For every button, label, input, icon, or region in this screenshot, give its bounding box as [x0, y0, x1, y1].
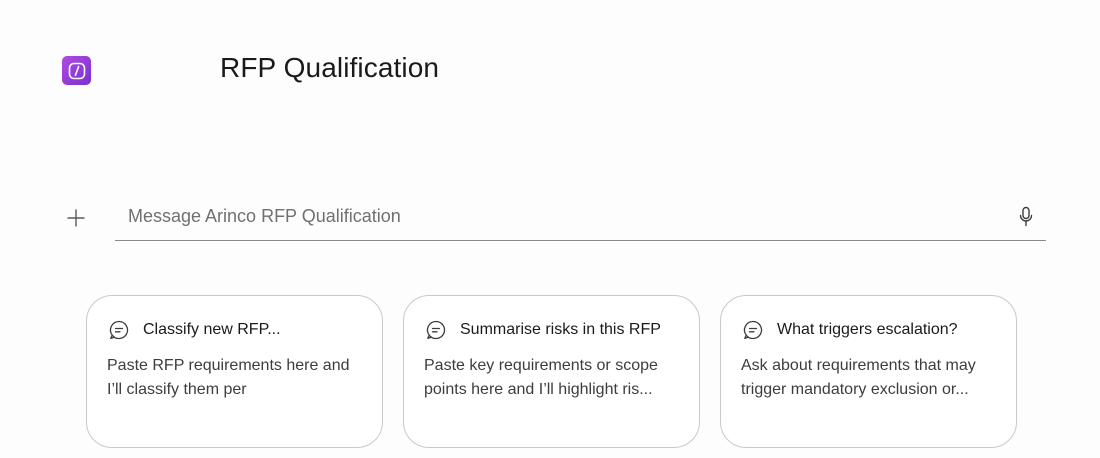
composer-underline	[115, 240, 1046, 241]
chat-bubble-icon	[425, 319, 447, 341]
suggestion-title: What triggers escalation?	[777, 321, 958, 338]
microphone-button[interactable]	[1014, 204, 1038, 230]
suggestion-card-header: What triggers escalation?	[742, 319, 1004, 341]
suggestion-title: Classify new RFP...	[143, 321, 281, 338]
suggestion-card[interactable]: Summarise risks in this RFP Paste key re…	[403, 295, 700, 448]
plus-icon	[67, 209, 85, 227]
agent-code-icon	[68, 62, 85, 79]
page-title: RFP Qualification	[220, 52, 440, 83]
suggestion-card[interactable]: What triggers escalation? Ask about requ…	[720, 295, 1017, 448]
suggestion-card-header: Summarise risks in this RFP	[425, 319, 687, 341]
suggestion-card-header: Classify new RFP...	[108, 319, 370, 341]
message-input[interactable]	[128, 200, 998, 232]
chat-bubble-icon	[742, 319, 764, 341]
suggestion-description: Ask about requirements that may trigger …	[741, 357, 976, 398]
suggestion-title: Summarise risks in this RFP	[460, 321, 661, 338]
suggestion-description: Paste RFP requirements here and I’ll cla…	[107, 357, 350, 398]
app-root: RFP Qualification C	[0, 0, 1100, 458]
message-composer	[0, 196, 1100, 244]
suggestion-description: Paste key requirements or scope points h…	[424, 357, 658, 398]
add-attachment-button[interactable]	[62, 204, 90, 232]
suggestion-card[interactable]: Classify new RFP... Paste RFP requiremen…	[86, 295, 383, 448]
microphone-icon	[1019, 206, 1033, 227]
agent-logo	[62, 56, 91, 85]
chat-bubble-icon	[108, 319, 130, 341]
